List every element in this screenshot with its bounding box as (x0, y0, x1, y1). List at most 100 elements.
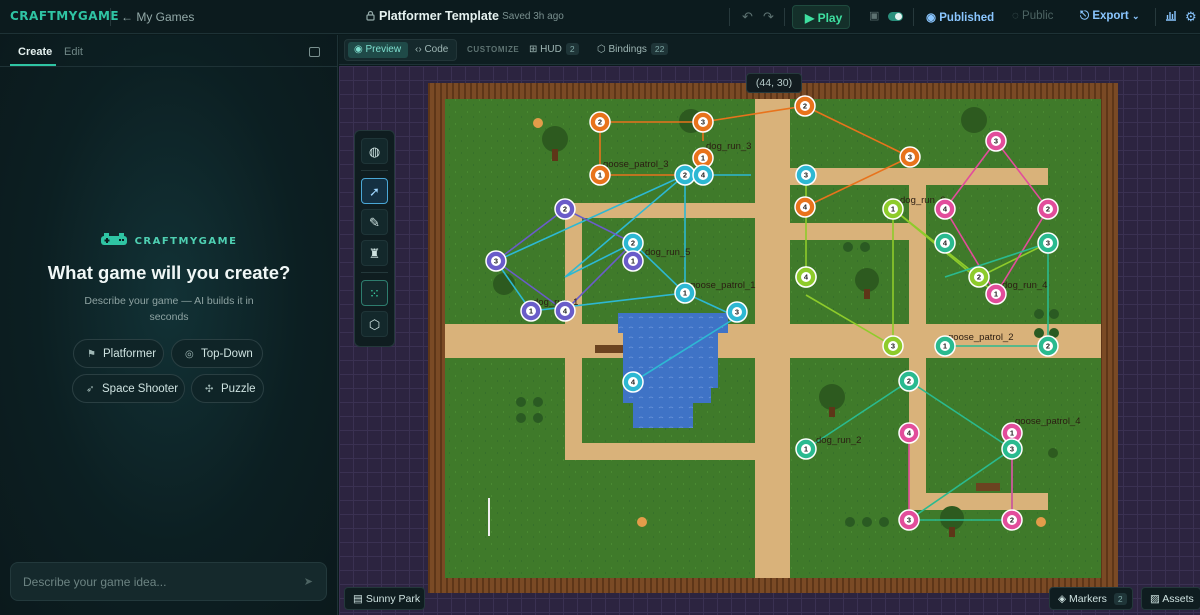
preview-tab[interactable]: ◉ Preview (348, 42, 408, 58)
published-button[interactable]: ◉ Published (926, 10, 994, 24)
waypoint-marker[interactable]: 2 (968, 266, 990, 288)
public-button[interactable]: ◌ Public (1012, 10, 1053, 22)
waypoint-marker[interactable]: 1 (795, 438, 817, 460)
compass-icon: ◎ (185, 349, 194, 360)
hud-button[interactable]: ⊞ HUD 2 (529, 43, 579, 55)
brand-logo[interactable]: CRAFTMYGAME (10, 9, 119, 23)
project-title[interactable]: Platformer Template (379, 9, 499, 23)
divider (784, 8, 785, 26)
waypoint-number: 2 (683, 171, 687, 180)
cube-icon[interactable]: ⬡ (361, 311, 388, 337)
markers-button[interactable]: ◈ Markers 2 (1049, 587, 1133, 610)
tab-edit[interactable]: Edit (64, 46, 83, 58)
published-label: Published (939, 12, 995, 24)
waypoint-marker[interactable]: 2 (1037, 198, 1059, 220)
waypoint-marker[interactable]: 4 (934, 198, 956, 220)
waypoint-marker[interactable]: 2 (1001, 509, 1023, 531)
puzzle-icon: ✣ (205, 384, 214, 395)
waypoint-marker[interactable]: 2 (1037, 335, 1059, 357)
export-dropdown[interactable]: ⎋ Export ⌄ (1080, 10, 1139, 23)
waypoint-number: 1 (683, 289, 687, 298)
robot-icon[interactable]: ♜ (361, 240, 388, 266)
play-button[interactable]: ▶ Play (792, 5, 850, 29)
divider (361, 272, 388, 273)
waypoint-marker[interactable]: 4 (794, 196, 816, 218)
waypoint-marker[interactable]: 4 (622, 371, 644, 393)
globe-icon[interactable]: ◍ (361, 138, 388, 164)
waypoint-marker[interactable]: 1 (882, 198, 904, 220)
waypoint-marker[interactable]: 3 (692, 111, 714, 133)
markers-label: Markers (1069, 593, 1107, 605)
waypoint-number: 2 (1046, 205, 1050, 214)
waypoint-marker[interactable]: 3 (1001, 438, 1023, 460)
path-label-dog_run_3: dog_run_3 (706, 141, 751, 152)
game-idea-input[interactable] (23, 572, 293, 592)
divider (729, 8, 730, 26)
game-canvas[interactable]: goose_patrol_3 dog_run_3 dog_run_5 goose_pa… (339, 66, 1200, 615)
back-to-games-link[interactable]: ← My Games (121, 10, 194, 24)
waypoint-marker[interactable]: 3 (726, 301, 748, 323)
waypoint-marker[interactable]: 3 (485, 250, 507, 272)
waypoint-marker[interactable]: 1 (622, 250, 644, 272)
eye-icon: ◉ (926, 12, 937, 24)
back-label: My Games (136, 10, 195, 24)
brush-icon[interactable]: ✎ (361, 209, 388, 235)
eye-icon: ◉ (354, 44, 363, 55)
chip-space-shooter[interactable]: ➶ Space Shooter (72, 374, 185, 403)
waypoint-marker[interactable]: 2 (589, 111, 611, 133)
assets-button[interactable]: ▨ Assets (1141, 587, 1200, 610)
publish-toggle[interactable] (888, 12, 903, 21)
chart-icon[interactable] (1165, 9, 1177, 24)
park-map[interactable]: goose_patrol_3 dog_run_3 dog_run_5 goose_pa… (428, 83, 1118, 593)
waypoint-marker[interactable]: 4 (692, 164, 714, 186)
chip-platformer[interactable]: ⚑ Platformer (73, 339, 164, 368)
waypoint-number: 3 (701, 118, 705, 127)
tab-create[interactable]: Create (18, 46, 52, 58)
waypoint-marker[interactable]: 3 (882, 335, 904, 357)
waypoint-marker[interactable]: 1 (589, 164, 611, 186)
waypoint-marker[interactable]: 1 (934, 335, 956, 357)
divider (361, 170, 388, 171)
waypoint-number: 3 (994, 137, 998, 146)
settings-gear-icon[interactable]: ⚙ (1185, 9, 1197, 25)
waypoint-number: 3 (804, 171, 808, 180)
path-label-goose_patrol_3: goose_patrol_3 (603, 159, 669, 170)
waypoint-number: 1 (804, 445, 808, 454)
save-icon[interactable]: ▣ (869, 9, 879, 22)
waypoint-marker[interactable]: 3 (1037, 232, 1059, 254)
waypoint-marker[interactable]: 2 (674, 164, 696, 186)
send-icon[interactable]: ➤ (304, 575, 313, 588)
waypoint-number: 3 (735, 308, 739, 317)
waypoint-marker[interactable]: 3 (898, 509, 920, 531)
waypoint-marker[interactable]: 4 (795, 266, 817, 288)
collapse-sidebar-icon[interactable] (309, 47, 320, 57)
waypoint-marker[interactable]: 3 (899, 146, 921, 168)
waypoint-number: 1 (994, 290, 998, 299)
code-tab[interactable]: ‹› Code (415, 44, 448, 55)
waypoint-marker[interactable]: 2 (554, 198, 576, 220)
redo-icon[interactable]: ↷ (763, 9, 774, 25)
grid-icon[interactable]: ⁙ (361, 280, 388, 306)
assets-label: Assets (1162, 593, 1194, 605)
waypoint-marker[interactable]: 1 (985, 283, 1007, 305)
waypoint-marker[interactable]: 2 (794, 95, 816, 117)
waypoint-marker[interactable]: 4 (934, 232, 956, 254)
bindings-count-badge: 22 (650, 43, 669, 55)
waypoint-marker[interactable]: 3 (985, 130, 1007, 152)
scene-selector[interactable]: ▤ Sunny Park (344, 587, 425, 610)
divider (913, 8, 914, 26)
waypoint-marker[interactable]: 1 (674, 282, 696, 304)
waypoint-marker[interactable]: 2 (622, 232, 644, 254)
bindings-button[interactable]: ⬡ Bindings 22 (597, 43, 669, 55)
undo-icon[interactable]: ↶ (742, 9, 753, 25)
select-cursor-icon[interactable]: ➚ (361, 178, 388, 204)
waypoint-marker[interactable]: 4 (554, 300, 576, 322)
globe-small-icon: ◌ (1012, 10, 1019, 22)
waypoint-marker[interactable]: 1 (520, 300, 542, 322)
waypoint-number: 1 (701, 154, 705, 163)
waypoint-marker[interactable]: 2 (898, 370, 920, 392)
chip-puzzle[interactable]: ✣ Puzzle (191, 374, 264, 403)
waypoint-marker[interactable]: 4 (898, 422, 920, 444)
waypoint-marker[interactable]: 3 (795, 164, 817, 186)
chip-top-down[interactable]: ◎ Top-Down (171, 339, 263, 368)
